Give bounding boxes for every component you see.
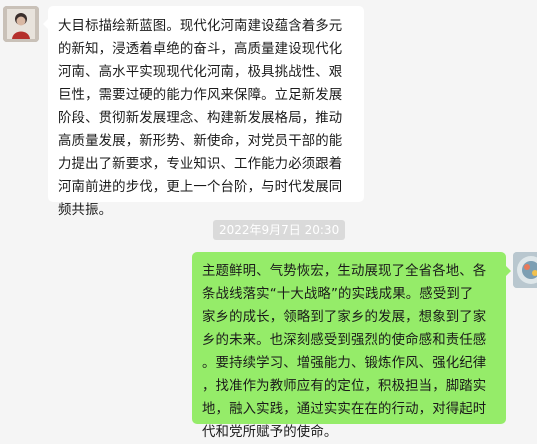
message-line: 高质量发展，新形势、新使命，对党员干部的能 xyxy=(58,134,343,149)
user-avatar-icon[interactable] xyxy=(3,6,39,42)
message-line: 代和党所赋予的使命。 xyxy=(202,425,338,440)
message-line: 乡的未来。也深刻感受到强烈的使命感和责任感 xyxy=(202,333,487,348)
self-avatar-icon[interactable] xyxy=(513,252,537,288)
message-line: 阶段、贯彻新发展理念、构建新发展格局，推动 xyxy=(58,111,343,126)
message-line: 巨性，需要过硬的能力作风来保障。立足新发展 xyxy=(58,88,343,103)
message-line: 。要持续学习、增强能力、锻炼作风、强化纪律 xyxy=(202,356,487,371)
message-line: 力提出了新要求，专业知识、工作能力必须跟着 xyxy=(58,157,343,172)
message-line: 频共振。 xyxy=(58,203,113,218)
message-line: 条战线落实“十大战略”的实践成果。感受到了 xyxy=(202,287,474,302)
message-line: 大目标描绘新蓝图。现代化河南建设蕴含着多元 xyxy=(58,19,343,34)
message-line: ，找准作为教师应有的定位，积极担当，脚踏实 xyxy=(202,379,487,394)
message-line: 地，融入实践，通过实实在在的行动，对得起时 xyxy=(202,402,487,417)
message-line: 主题鲜明、气势恢宏，生动展现了全省各地、各 xyxy=(202,264,487,279)
message-line: 河南、高水平实现现代化河南，极具挑战性、艰 xyxy=(58,65,343,80)
message-line: 的新知，浸透着卓绝的奋斗，高质量建设现代化 xyxy=(58,42,343,57)
message-line: 家乡的成长，领略到了家乡的发展，想象到了家 xyxy=(202,310,487,325)
message-timestamp: 2022年9月7日 20:30 xyxy=(213,220,346,240)
outgoing-message-bubble[interactable]: 主题鲜明、气势恢宏，生动展现了全省各地、各 条战线落实“十大战略”的实践成果。感… xyxy=(192,252,511,440)
message-line: 河南前进的步伐，更上一个台阶，与时代发展同 xyxy=(58,180,343,195)
incoming-message-bubble[interactable]: 大目标描绘新蓝图。现代化河南建设蕴含着多元 的新知，浸透着卓绝的奋斗，高质量建设… xyxy=(43,6,364,218)
